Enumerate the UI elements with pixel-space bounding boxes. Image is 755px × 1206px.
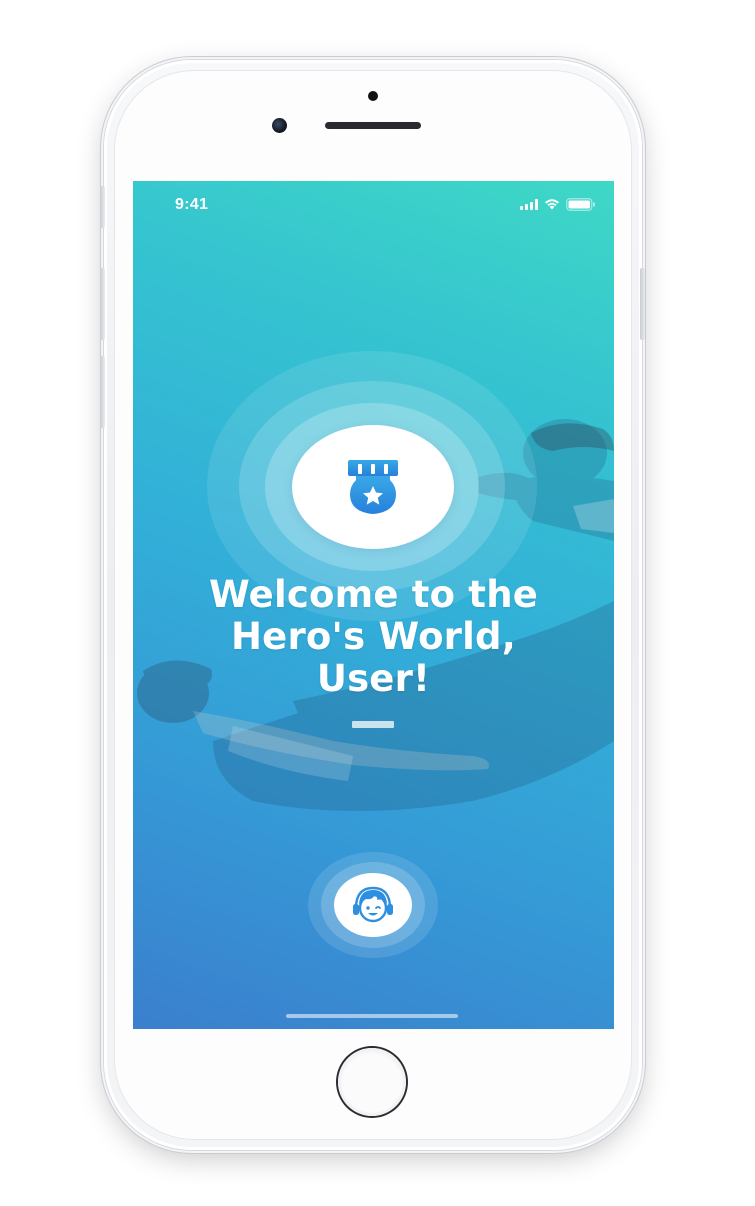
welcome-line-3: User! <box>316 657 431 700</box>
silent-switch <box>100 186 105 228</box>
medal-star-icon <box>348 460 398 514</box>
home-indicator-bar[interactable] <box>286 1014 458 1018</box>
volume-up-button <box>100 268 105 340</box>
welcome-line-2: Hero's World, <box>231 615 516 658</box>
signal-icon <box>520 198 538 210</box>
app-screen: 9:41 Welcome to the Hero's World, User! <box>133 181 614 1029</box>
welcome-heading: Welcome to the Hero's World, User! <box>133 574 614 700</box>
divider-dash <box>352 721 394 728</box>
volume-down-button <box>100 356 105 428</box>
power-button <box>640 268 645 340</box>
front-camera <box>272 118 287 133</box>
status-icons <box>520 197 596 211</box>
status-time: 9:41 <box>175 196 209 213</box>
wifi-icon <box>545 199 559 210</box>
welcome-line-1: Welcome to the <box>208 573 539 616</box>
battery-icon <box>566 197 595 211</box>
earpiece-speaker <box>325 122 421 129</box>
proximity-sensor <box>368 91 378 101</box>
home-button[interactable] <box>338 1048 406 1116</box>
boy-headphones-avatar-icon <box>353 886 393 923</box>
profile-avatar-button[interactable] <box>334 873 412 937</box>
medal-badge <box>292 425 454 549</box>
